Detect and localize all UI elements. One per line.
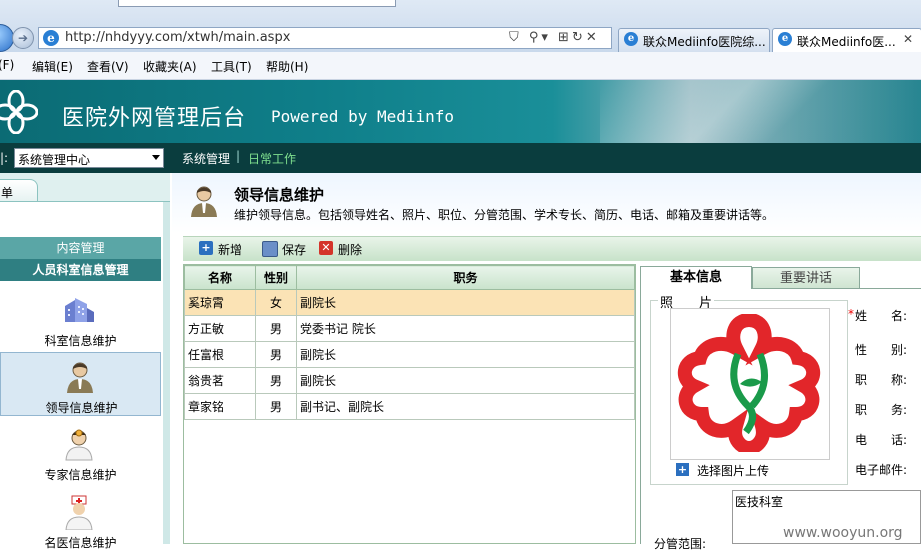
dialog-edge: [118, 0, 396, 7]
sidebar-item-department[interactable]: 科室信息维护: [0, 286, 161, 350]
browser-tab-1[interactable]: e 联众Mediinfo医院综...: [618, 28, 770, 52]
banner-title: 医院外网管理后台: [62, 106, 247, 131]
menu-help[interactable]: 帮助(H): [266, 58, 308, 75]
cell-title: 副院长: [296, 367, 635, 394]
add-icon: +: [199, 241, 213, 255]
toolbar: + 新增 保存 ✕ 删除: [183, 236, 921, 261]
address-tools-icon[interactable]: ⛉ ⚲▾ ⊞↻✕: [509, 30, 600, 45]
sidebar-item-label: 专家信息维护: [44, 468, 117, 482]
cell-name: 章家铭: [184, 393, 256, 420]
cell-title: 副院长: [296, 341, 635, 368]
sidebar-content-header[interactable]: 内容管理: [0, 237, 161, 259]
save-button[interactable]: 保存: [282, 241, 306, 258]
menu-tools[interactable]: 工具(T): [211, 58, 252, 75]
close-tab-icon[interactable]: ✕: [903, 32, 913, 46]
field-label-name: 姓 名:: [855, 309, 908, 323]
field-label-email: 电子邮件:: [855, 463, 908, 477]
table-row[interactable]: 方正敏 男 党委书记 院长: [184, 315, 635, 342]
page-title: 领导信息维护: [234, 186, 325, 204]
nav-label: |:: [0, 151, 9, 165]
column-header-title[interactable]: 职务: [296, 265, 635, 290]
nav-separator: |: [236, 149, 241, 163]
forward-button-icon[interactable]: ➔: [12, 27, 34, 49]
browser-tab-label: 联众Mediinfo医...: [797, 35, 896, 49]
sidebar-scrollbar[interactable]: [163, 202, 170, 544]
address-text[interactable]: http://nhdyyy.com/xtwh/main.aspx: [65, 30, 290, 45]
nav-daily-link[interactable]: 日常工作: [248, 150, 296, 167]
sidebar-item-leader[interactable]: 领导信息维护: [0, 352, 161, 416]
hospital-emblem-icon: [678, 314, 820, 452]
system-select[interactable]: 系统管理中心: [14, 148, 164, 168]
column-header-gender[interactable]: 性别: [255, 265, 297, 290]
system-select-value: 系统管理中心: [18, 153, 91, 167]
browser-tab-2[interactable]: e 联众Mediinfo医... ✕: [772, 28, 921, 52]
cell-gender: 男: [255, 341, 297, 368]
watermark: www.wooyun.org: [783, 525, 903, 541]
famous-doctor-icon: [65, 495, 93, 530]
dept-value: 医技科室: [735, 495, 784, 509]
leader-person-icon: [191, 186, 217, 217]
sidebar-item-label: 名医信息维护: [44, 536, 117, 550]
column-header-name[interactable]: 名称: [184, 265, 256, 290]
sidebar-item-label: 领导信息维护: [45, 401, 118, 415]
cell-title: 副书记、副院长: [296, 393, 635, 420]
table-row[interactable]: 章家铭 男 副书记、副院长: [184, 393, 635, 420]
tab-basic-info[interactable]: 基本信息: [640, 266, 752, 289]
department-building-icon: [65, 298, 94, 322]
cell-name: 任富根: [184, 341, 256, 368]
field-label-rank: 职 称:: [855, 373, 908, 387]
browser-tab-label: 联众Mediinfo医院综...: [643, 35, 766, 49]
menu-favorites[interactable]: 收藏夹(A): [143, 58, 197, 75]
field-label-gender: 性 别:: [855, 343, 908, 357]
chevron-down-icon[interactable]: [152, 155, 160, 160]
menu-file[interactable]: (F): [0, 58, 14, 72]
cell-title: 副院长: [296, 289, 635, 316]
banner-powered-by: Powered by Mediinfo: [271, 107, 455, 126]
cell-gender: 男: [255, 367, 297, 394]
sidebar-item-expert[interactable]: 专家信息维护: [0, 420, 161, 484]
menu-bar: (F) 编辑(E) 查看(V) 收藏夹(A) 工具(T) 帮助(H): [0, 52, 921, 80]
banner-decoration: [600, 80, 921, 143]
cell-gender: 男: [255, 393, 297, 420]
sidebar-tab-label: 单: [1, 186, 14, 200]
ie-tab-icon: e: [778, 32, 792, 46]
tab-important-speech[interactable]: 重要讲话: [752, 267, 860, 288]
nav-strip: |: 系统管理中心 系统管理 | 日常工作: [0, 143, 921, 173]
table-row[interactable]: 奚琼霄 女 副院长: [184, 289, 635, 316]
cell-gender: 男: [255, 315, 297, 342]
menu-view[interactable]: 查看(V): [87, 58, 129, 75]
cell-name: 奚琼霄: [184, 289, 256, 316]
delete-button[interactable]: 删除: [338, 241, 362, 258]
page-description: 维护领导信息。包括领导姓名、照片、职位、分管范围、学术专长、简历、电话、邮箱及重…: [234, 208, 775, 222]
nav-system-link[interactable]: 系统管理: [182, 150, 230, 167]
cell-name: 翁贵茗: [184, 367, 256, 394]
table-row[interactable]: 翁贵茗 男 副院长: [184, 367, 635, 394]
expert-doctor-icon: [65, 429, 93, 461]
ie-page-icon: e: [43, 30, 59, 46]
cell-title: 党委书记 院长: [296, 315, 635, 342]
field-label-phone: 电 话:: [855, 433, 908, 447]
hospital-logo-icon: [0, 90, 38, 134]
menu-edit[interactable]: 编辑(E): [32, 58, 73, 75]
delete-icon: ✕: [319, 241, 333, 255]
cell-name: 方正敏: [184, 315, 256, 342]
add-button[interactable]: 新增: [218, 241, 242, 258]
sidebar-tab[interactable]: 单: [0, 179, 38, 202]
sidebar-staff-header[interactable]: 人员科室信息管理: [0, 259, 161, 281]
ie-tab-icon: e: [624, 32, 638, 46]
required-mark: *: [848, 307, 854, 321]
upload-image-link[interactable]: 选择图片上传: [697, 462, 769, 479]
address-bar[interactable]: e http://nhdyyy.com/xtwh/main.aspx ⛉ ⚲▾ …: [38, 27, 612, 49]
cell-gender: 女: [255, 289, 297, 316]
save-icon: [262, 241, 278, 257]
table-row[interactable]: 任富根 男 副院长: [184, 341, 635, 368]
field-label-position: 职 务:: [855, 403, 908, 417]
upload-add-icon[interactable]: +: [676, 463, 689, 476]
sidebar-item-label: 科室信息维护: [44, 334, 117, 348]
leader-table: 名称 性别 职务 奚琼霄 女 副院长 方正敏 男 党委书记 院长 任富根 男 副…: [183, 264, 636, 544]
sidebar-item-famous-doctor[interactable]: 名医信息维护: [0, 488, 161, 552]
header-banner: 医院外网管理后台 Powered by Mediinfo: [0, 80, 921, 143]
leader-person-icon: [67, 362, 93, 393]
